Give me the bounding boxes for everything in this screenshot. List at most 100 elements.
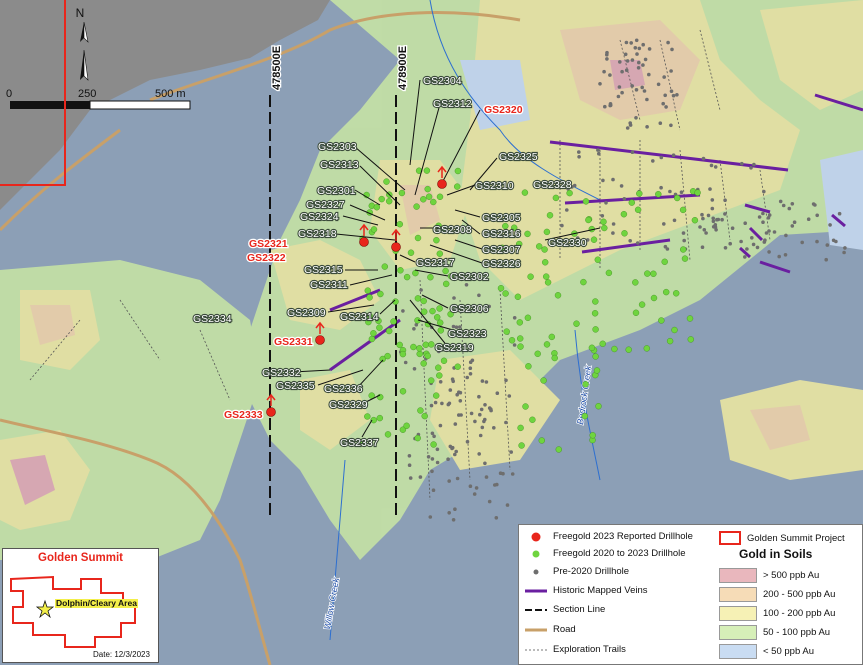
pre-2020-drillhole	[611, 222, 616, 226]
pre-2020-drillhole	[477, 293, 481, 298]
pre-2020-drillhole	[701, 156, 706, 161]
pre-2020-drillhole	[512, 343, 517, 347]
pre-2020-drillhole	[665, 247, 670, 251]
drillhole-2020-2023	[413, 203, 420, 210]
pre-2020-drillhole	[435, 460, 440, 465]
drillhole-GS2320[interactable]	[437, 179, 447, 189]
pre-2020-drillhole	[792, 220, 797, 224]
drillhole-2020-2023	[434, 314, 441, 321]
drillhole-2020-2023	[581, 412, 588, 420]
pre-2020-drillhole	[659, 155, 664, 160]
scale-tick-500: 500 m	[155, 88, 186, 100]
drillhole-2020-2023	[650, 270, 657, 277]
drillhole-2020-2023	[674, 194, 681, 202]
pre-2020-drillhole	[679, 190, 684, 194]
label-GS2331: GS2331	[274, 336, 313, 348]
pre-2020-drillhole	[669, 123, 673, 128]
drillhole-2020-2023	[632, 279, 639, 286]
drillhole-2020-2023	[429, 307, 436, 315]
pre-2020-drillhole	[618, 60, 622, 64]
pre-2020-drillhole	[671, 93, 676, 98]
section-label-478900E: 478900E	[397, 46, 409, 90]
label-GS2320: GS2320	[484, 104, 523, 116]
pre-2020-drillhole	[412, 367, 417, 371]
drillhole-2020-2023	[686, 315, 694, 322]
drillhole-2020-2023	[620, 210, 628, 218]
drillhole-2020-2023	[422, 341, 429, 348]
pre-2020-drillhole	[418, 475, 423, 479]
drillhole-GS2331[interactable]	[315, 335, 325, 345]
pre-2020-drillhole	[623, 52, 628, 57]
drillhole-2020-2023	[599, 340, 606, 347]
drillhole-2020-2023	[680, 246, 687, 253]
pre-2020-drillhole	[601, 178, 605, 183]
pre-2020-drillhole	[704, 231, 708, 235]
pre-2020-drillhole	[478, 433, 483, 438]
pre-2020-drillhole	[662, 222, 666, 226]
pre-2020-drillhole	[458, 390, 463, 395]
drillhole-2020-2023	[368, 335, 376, 343]
drillhole-2020-2023	[592, 353, 599, 360]
pre-2020-drillhole	[761, 220, 765, 224]
pre-2020-drillhole	[472, 492, 477, 496]
pre-2020-drillhole	[470, 358, 475, 363]
label-GS2306: GS2306	[450, 303, 489, 315]
drillhole-2020-2023	[377, 290, 384, 298]
pre-2020-drillhole	[450, 377, 455, 382]
pre-2020-drillhole	[634, 88, 639, 92]
legend-veins-label: Historic Mapped Veins	[553, 585, 648, 596]
pre-2020-drillhole	[781, 203, 786, 208]
pre-2020-drillhole	[512, 316, 517, 320]
pre-2020-drillhole	[787, 206, 792, 211]
legend-soil-4: 50 - 100 ppb Au	[719, 625, 830, 640]
drillhole-GS2321[interactable]	[359, 237, 369, 247]
drillhole-2020-2023	[436, 305, 443, 312]
drillhole-2020-2023	[517, 343, 524, 350]
pre-2020-drillhole	[429, 403, 434, 408]
drillhole-2020-2023	[541, 246, 548, 253]
pre-2020-drillhole	[498, 471, 503, 476]
pre-2020-drillhole	[483, 403, 487, 407]
drillhole-2020-2023	[540, 377, 547, 384]
pre-2020-drillhole	[605, 50, 609, 55]
pre-2020-drillhole	[620, 69, 624, 74]
pre-2020-drillhole	[815, 213, 819, 218]
drillhole-2020-2023	[433, 392, 440, 399]
drillhole-2020-2023	[437, 327, 444, 334]
pre-2020-drillhole	[659, 185, 663, 190]
soil-swatch	[719, 568, 757, 583]
label-GS2335: GS2335	[276, 380, 315, 392]
pre-2020-drillhole	[669, 69, 673, 73]
drillhole-2020-2023	[384, 352, 391, 360]
label-GS2309: GS2309	[287, 307, 326, 319]
drillhole-2020-2023	[594, 256, 601, 263]
legend-soil-1: > 500 ppb Au	[719, 568, 819, 583]
pre-2020-drillhole	[671, 153, 676, 157]
drillhole-2020-2023	[386, 197, 393, 205]
label-GS2312: GS2312	[433, 98, 472, 110]
drillhole-GS2322[interactable]	[391, 242, 401, 252]
pre-2020-drillhole	[401, 309, 405, 313]
drillhole-2020-2023	[428, 341, 435, 348]
drillhole-2020-2023	[694, 189, 701, 196]
pre-2020-drillhole	[749, 166, 753, 170]
label-GS2326: GS2326	[482, 258, 521, 270]
pre-2020-drillhole	[630, 84, 634, 88]
legend-gold-title: Gold in Soils	[739, 547, 813, 561]
pre-2020-drillhole	[438, 423, 443, 428]
drillhole-2020-2023	[625, 346, 632, 353]
legend-soil-5: < 50 ppb Au	[719, 644, 814, 659]
drillhole-2020-2023	[370, 226, 378, 233]
drillhole-2020-2023	[580, 278, 587, 286]
drillhole-2020-2023	[364, 413, 371, 420]
pre-2020-drillhole	[479, 407, 484, 412]
scale-tick-0: 0	[6, 88, 12, 100]
pre-2020-drillhole	[700, 212, 704, 217]
pre-2020-drillhole	[430, 431, 435, 436]
drillhole-GS2333[interactable]	[266, 407, 276, 417]
pre-2020-drillhole	[634, 116, 638, 120]
pre-2020-drillhole	[672, 218, 677, 223]
drillhole-2020-2023	[437, 319, 444, 326]
pre-2020-drillhole	[447, 511, 452, 515]
pre-2020-drillhole	[635, 52, 639, 56]
